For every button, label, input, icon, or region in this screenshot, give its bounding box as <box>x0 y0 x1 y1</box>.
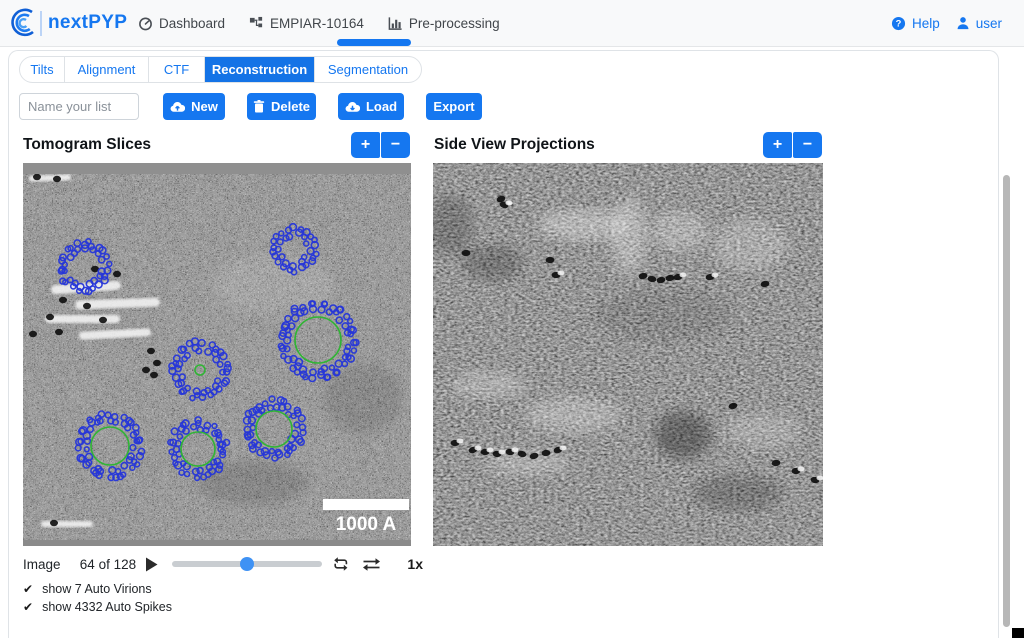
new-button-label: New <box>191 99 218 114</box>
nav-label: Pre-processing <box>409 16 500 31</box>
play-icon <box>145 557 158 572</box>
nav-label: Dashboard <box>159 16 225 31</box>
tab-tilts[interactable]: Tilts <box>20 57 65 82</box>
load-button-label: Load <box>366 99 397 114</box>
export-button-label: Export <box>433 99 474 114</box>
nav-right: ? Help user <box>891 0 1002 46</box>
show-virions-checkbox[interactable]: ✔ show 7 Auto Virions <box>23 582 152 596</box>
tomogram-zoom-out-button[interactable]: − <box>381 132 410 158</box>
nav-item-project[interactable]: EMPIAR-10164 <box>249 16 364 31</box>
user-label: user <box>976 16 1002 31</box>
screen-corner-artifact <box>1012 628 1024 638</box>
show-spikes-label: show 4332 Auto Spikes <box>42 600 172 614</box>
playback-speed[interactable]: 1x <box>407 556 423 572</box>
player-position: 64 of 128 <box>80 557 141 572</box>
dashboard-icon <box>138 16 153 31</box>
cloud-upload-icon <box>170 101 185 113</box>
tomogram-panel-title: Tomogram Slices <box>23 136 151 154</box>
brand-name: nextPYP <box>48 12 127 34</box>
brand-logo[interactable]: nextPYP <box>8 5 127 41</box>
view-tabs: Tilts Alignment CTF Reconstruction Segme… <box>19 56 422 83</box>
scale-bar <box>323 499 409 510</box>
scale-bar-label: 1000 A <box>336 514 397 535</box>
brand-divider <box>40 11 42 36</box>
vertical-scrollbar-thumb[interactable] <box>1003 175 1010 627</box>
list-name-input[interactable] <box>19 93 139 120</box>
tomogram-zoom-controls: + − <box>351 132 410 158</box>
main-nav: Dashboard EMPIAR-10164 Pre-proce <box>138 0 500 46</box>
side-view-zoom-out-button[interactable]: − <box>793 132 822 158</box>
export-button[interactable]: Export <box>426 93 482 120</box>
nav-item-preprocessing[interactable]: Pre-processing <box>388 16 500 31</box>
repeat-icon <box>332 556 349 572</box>
nextpyp-logo-icon <box>8 6 38 40</box>
tab-alignment[interactable]: Alignment <box>65 57 149 82</box>
cloud-download-icon <box>345 101 360 113</box>
nav-item-dashboard[interactable]: Dashboard <box>138 16 225 31</box>
top-navbar: nextPYP Dashboard EMPIAR-10164 <box>0 0 1024 47</box>
swap-arrows-icon <box>362 557 381 572</box>
new-button[interactable]: New <box>163 93 225 120</box>
load-button[interactable]: Load <box>338 93 404 120</box>
slice-slider[interactable] <box>172 557 319 571</box>
check-icon: ✔ <box>23 582 33 596</box>
check-icon: ✔ <box>23 600 33 614</box>
tomogram-slice-image[interactable]: 1000 A <box>23 163 411 546</box>
chart-icon <box>388 16 403 31</box>
slider-thumb[interactable] <box>240 557 254 571</box>
nav-label: EMPIAR-10164 <box>270 16 364 31</box>
trash-icon <box>253 100 265 113</box>
user-icon <box>956 16 970 30</box>
direction-button[interactable] <box>362 557 381 572</box>
side-view-panel-title: Side View Projections <box>434 136 595 154</box>
help-label: Help <box>912 16 940 31</box>
user-menu[interactable]: user <box>956 16 1002 31</box>
side-view-zoom-controls: + − <box>763 132 822 158</box>
svg-text:?: ? <box>896 18 902 28</box>
help-link[interactable]: ? Help <box>891 16 940 31</box>
active-nav-indicator <box>337 39 411 46</box>
help-icon: ? <box>891 16 906 31</box>
show-virions-label: show 7 Auto Virions <box>42 582 152 596</box>
content-card: Tilts Alignment CTF Reconstruction Segme… <box>8 50 999 638</box>
tomogram-zoom-in-button[interactable]: + <box>351 132 380 158</box>
show-spikes-checkbox[interactable]: ✔ show 4332 Auto Spikes <box>23 600 172 614</box>
project-nodes-icon <box>249 16 264 31</box>
delete-button-label: Delete <box>271 99 310 114</box>
repeat-button[interactable] <box>332 556 349 572</box>
tab-segmentation[interactable]: Segmentation <box>315 57 421 82</box>
slice-player: Image 64 of 128 <box>23 551 423 577</box>
tab-ctf[interactable]: CTF <box>149 57 205 82</box>
tab-reconstruction[interactable]: Reconstruction <box>205 57 315 82</box>
delete-button[interactable]: Delete <box>247 93 316 120</box>
side-view-zoom-in-button[interactable]: + <box>763 132 792 158</box>
side-view-image[interactable] <box>433 163 823 546</box>
play-button[interactable] <box>145 557 158 572</box>
app-window: nextPYP Dashboard EMPIAR-10164 <box>0 0 1024 638</box>
player-image-label: Image <box>23 557 80 572</box>
